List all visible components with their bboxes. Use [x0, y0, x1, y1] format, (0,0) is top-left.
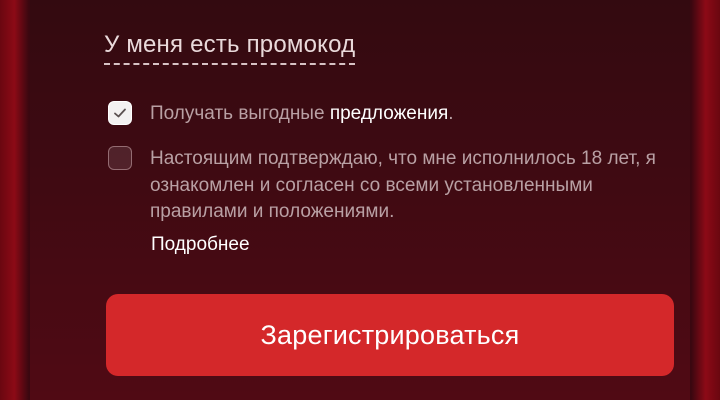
promo-code-link[interactable]: У меня есть промокод [104, 28, 356, 65]
registration-panel: У меня есть промокод Получать выгодные п… [30, 0, 690, 400]
offers-label-prefix: Получать выгодные [150, 103, 330, 124]
register-button[interactable]: Зарегистрироваться [106, 294, 674, 376]
offers-label-suffix: . [448, 103, 454, 124]
age-checkbox-row[interactable]: Настоящим подтверждаю, что мне исполнило… [108, 146, 660, 226]
more-details-link[interactable]: Подробнее [151, 234, 250, 256]
offers-checkbox-row[interactable]: Получать выгодные предложения. [108, 101, 454, 128]
checkmark-icon [114, 108, 126, 118]
age-confirm-label: Настоящим подтверждаю, что мне исполнило… [150, 148, 656, 222]
offers-checkbox-label: Получать выгодные предложения. [150, 101, 454, 128]
offers-label-highlight[interactable]: предложения [330, 103, 448, 124]
offers-checkbox[interactable] [108, 101, 132, 125]
age-confirm-checkbox[interactable] [108, 146, 132, 170]
